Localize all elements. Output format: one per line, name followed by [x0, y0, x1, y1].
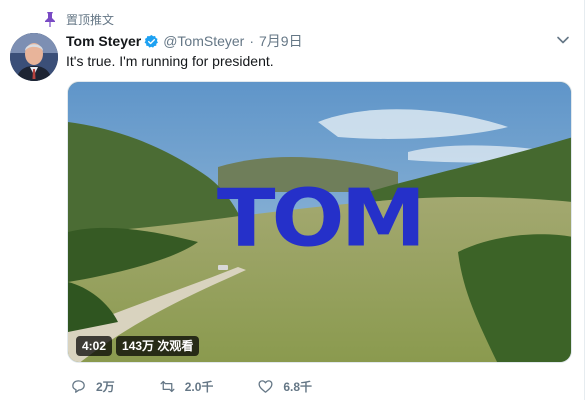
video-duration: 4:02 [76, 336, 113, 356]
reply-icon [72, 380, 85, 393]
video-player[interactable]: TOM 4:02 143万 次观看 [67, 81, 572, 363]
author-handle[interactable]: @TomSteyer [163, 33, 244, 49]
retweet-button[interactable]: 2.0千 [159, 378, 214, 395]
avatar-image [10, 33, 58, 81]
avatar[interactable] [10, 33, 58, 81]
pin-icon [45, 12, 55, 27]
tweet-text: It's true. I'm running for president. [66, 53, 274, 69]
like-button[interactable]: 6.8千 [257, 378, 312, 395]
tweet-actions: 2万 2.0千 6.8千 [70, 378, 356, 395]
retweet-icon [160, 380, 175, 393]
author-name[interactable]: Tom Steyer [66, 33, 141, 49]
chevron-down-icon[interactable] [556, 33, 570, 47]
video-title-overlay: TOM [216, 173, 426, 265]
tweet-timestamp[interactable]: 7月9日 [259, 31, 303, 51]
video-view-count: 143万 次观看 [116, 336, 200, 356]
reply-button[interactable]: 2万 [70, 378, 115, 395]
video-meta: 4:02 143万 次观看 [76, 336, 200, 356]
pinned-label: 置顶推文 [66, 12, 115, 27]
like-count: 6.8千 [283, 380, 313, 394]
reply-count: 2万 [96, 380, 115, 394]
heart-icon [258, 380, 273, 393]
verified-badge-icon [144, 34, 159, 48]
retweet-count: 2.0千 [184, 380, 214, 394]
pinned-indicator: 置顶推文 [44, 10, 114, 28]
separator: · [249, 33, 255, 49]
tweet-card[interactable]: 置顶推文 Tom Steyer @TomSteyer · 7月9日 It's t… [0, 0, 585, 400]
tweet-header: Tom Steyer @TomSteyer · 7月9日 [66, 31, 568, 51]
